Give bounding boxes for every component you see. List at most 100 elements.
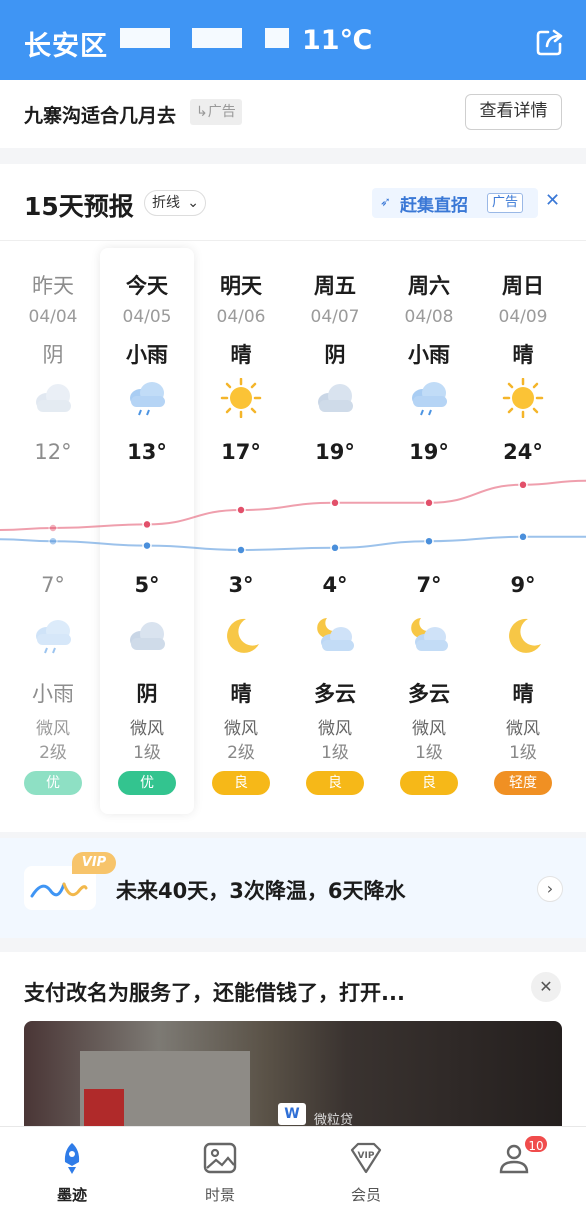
close-icon[interactable]: ✕ bbox=[531, 972, 561, 1002]
wind-label: 微风 bbox=[412, 719, 446, 739]
rocket-icon bbox=[64, 1143, 80, 1174]
sun-icon bbox=[219, 377, 263, 419]
date-label: 04/07 bbox=[310, 307, 360, 327]
close-icon[interactable]: ✕ bbox=[545, 190, 560, 211]
aqi-badge: 轻度 bbox=[494, 771, 552, 795]
wind-level: 1级 bbox=[321, 743, 349, 763]
day-label: 周五 bbox=[314, 274, 356, 298]
aqi-badge: 良 bbox=[306, 771, 364, 795]
temperature-point bbox=[424, 536, 434, 546]
wind-level: 2级 bbox=[39, 743, 67, 763]
news-title[interactable]: 支付改名为服务了，还能借钱了，打开... bbox=[24, 977, 405, 1007]
top-header: 长安区 11℃ bbox=[0, 0, 586, 80]
city-name[interactable]: 长安区 bbox=[24, 24, 108, 63]
sun-icon bbox=[501, 377, 545, 419]
moon-cloud-icon bbox=[313, 616, 357, 656]
wind-level: 1级 bbox=[415, 743, 443, 763]
temperature-point bbox=[142, 540, 152, 551]
vip-icon: VIP bbox=[350, 1142, 382, 1174]
low-temp: 7° bbox=[416, 573, 442, 597]
night-weather: 晴 bbox=[230, 682, 252, 706]
ad-mark-icon: ↳ bbox=[196, 104, 208, 120]
low-temp: 5° bbox=[134, 573, 160, 597]
cloud-icon bbox=[313, 378, 357, 418]
aqi-badge: 良 bbox=[400, 771, 458, 795]
ad-banner-title[interactable]: 九寨沟适合几月去 bbox=[24, 101, 176, 128]
day-label: 今天 bbox=[126, 274, 168, 298]
temperature-point bbox=[48, 536, 58, 546]
night-weather: 多云 bbox=[408, 682, 450, 706]
notification-badge: 10 bbox=[523, 1134, 549, 1154]
view-details-button[interactable]: 查看详情 bbox=[465, 94, 562, 130]
chart-mode-label: 折线 bbox=[152, 195, 180, 211]
current-temperature: 11℃ bbox=[302, 25, 373, 56]
wind-level: 2级 bbox=[227, 743, 255, 763]
date-label: 04/09 bbox=[498, 307, 548, 327]
rocket-small-icon: ➶ bbox=[380, 195, 391, 210]
date-label: 04/08 bbox=[404, 307, 454, 327]
tab-membership[interactable]: VIP 会员 bbox=[316, 1126, 416, 1216]
share-icon[interactable] bbox=[534, 26, 566, 58]
ad-tag-label: 广告 bbox=[207, 104, 236, 120]
temperature-point bbox=[142, 519, 152, 530]
temperature-point bbox=[48, 523, 58, 533]
date-label: 04/05 bbox=[122, 307, 172, 327]
day-label: 周日 bbox=[502, 274, 544, 298]
temperature-point bbox=[236, 505, 246, 515]
temperature-line bbox=[0, 535, 586, 552]
forecast-ad[interactable]: ➶ 赶集直招 广告 bbox=[372, 188, 538, 218]
wind-label: 微风 bbox=[224, 719, 258, 739]
night-weather: 晴 bbox=[512, 682, 534, 706]
redacted-block bbox=[265, 28, 289, 48]
wind-label: 微风 bbox=[318, 719, 352, 739]
night-weather: 阴 bbox=[136, 682, 158, 706]
wind-label: 微风 bbox=[36, 719, 70, 739]
day-weather: 晴 bbox=[230, 343, 252, 367]
wind-label: 微风 bbox=[506, 719, 540, 739]
forecast-title: 15天预报 bbox=[24, 192, 134, 221]
redacted-block bbox=[192, 28, 242, 48]
wind-level: 1级 bbox=[509, 743, 537, 763]
tab-moji[interactable]: 墨迹 bbox=[22, 1126, 122, 1216]
low-temp: 7° bbox=[41, 573, 65, 597]
low-temp: 9° bbox=[510, 573, 536, 597]
forecast-ad-label: 赶集直招 bbox=[400, 196, 468, 216]
moon-icon bbox=[219, 616, 263, 656]
tab-profile[interactable] bbox=[464, 1126, 564, 1216]
vip-badge: VIP bbox=[72, 852, 116, 874]
day-weather: 阴 bbox=[324, 343, 346, 367]
date-label: 04/06 bbox=[216, 307, 266, 327]
low-temp: 3° bbox=[228, 573, 254, 597]
temperature-line bbox=[0, 479, 586, 531]
redacted-block bbox=[120, 28, 170, 48]
ad-tag: ↳广告 bbox=[190, 99, 242, 125]
day-label: 周六 bbox=[408, 274, 450, 298]
cloud-rain-icon bbox=[31, 616, 75, 656]
divider bbox=[0, 240, 586, 241]
cloud-rain-icon bbox=[125, 378, 169, 418]
temperature-point bbox=[518, 532, 528, 542]
low-temp: 4° bbox=[322, 573, 348, 597]
day-label: 明天 bbox=[220, 274, 262, 298]
svg-text:VIP: VIP bbox=[358, 1151, 375, 1161]
tab-label: 会员 bbox=[350, 1186, 381, 1204]
chart-mode-dropdown[interactable]: 折线 ⌄ bbox=[144, 190, 206, 216]
day-weather: 小雨 bbox=[126, 343, 168, 367]
day-label: 昨天 bbox=[32, 274, 74, 298]
forecast-ad-tag: 广告 bbox=[487, 193, 524, 213]
tab-scenes[interactable]: 时景 bbox=[170, 1126, 270, 1216]
tab-label: 墨迹 bbox=[56, 1186, 87, 1204]
day-weather: 阴 bbox=[42, 343, 64, 367]
news-thumbnail[interactable]: W 微粒贷 bbox=[24, 1021, 562, 1141]
temperature-point bbox=[236, 545, 246, 555]
temperature-line-chart bbox=[0, 479, 586, 555]
chevron-down-icon: ⌄ bbox=[187, 195, 199, 211]
chevron-right-icon[interactable]: › bbox=[537, 876, 563, 902]
temperature-point bbox=[424, 498, 434, 508]
temperature-point bbox=[330, 498, 340, 508]
moon-icon bbox=[501, 616, 545, 656]
temperature-point bbox=[330, 543, 340, 553]
vip-forecast-text[interactable]: 未来40天，3次降温，6天降水 bbox=[116, 875, 405, 905]
cloud-icon bbox=[31, 378, 75, 418]
cloud-rain-icon bbox=[407, 378, 451, 418]
